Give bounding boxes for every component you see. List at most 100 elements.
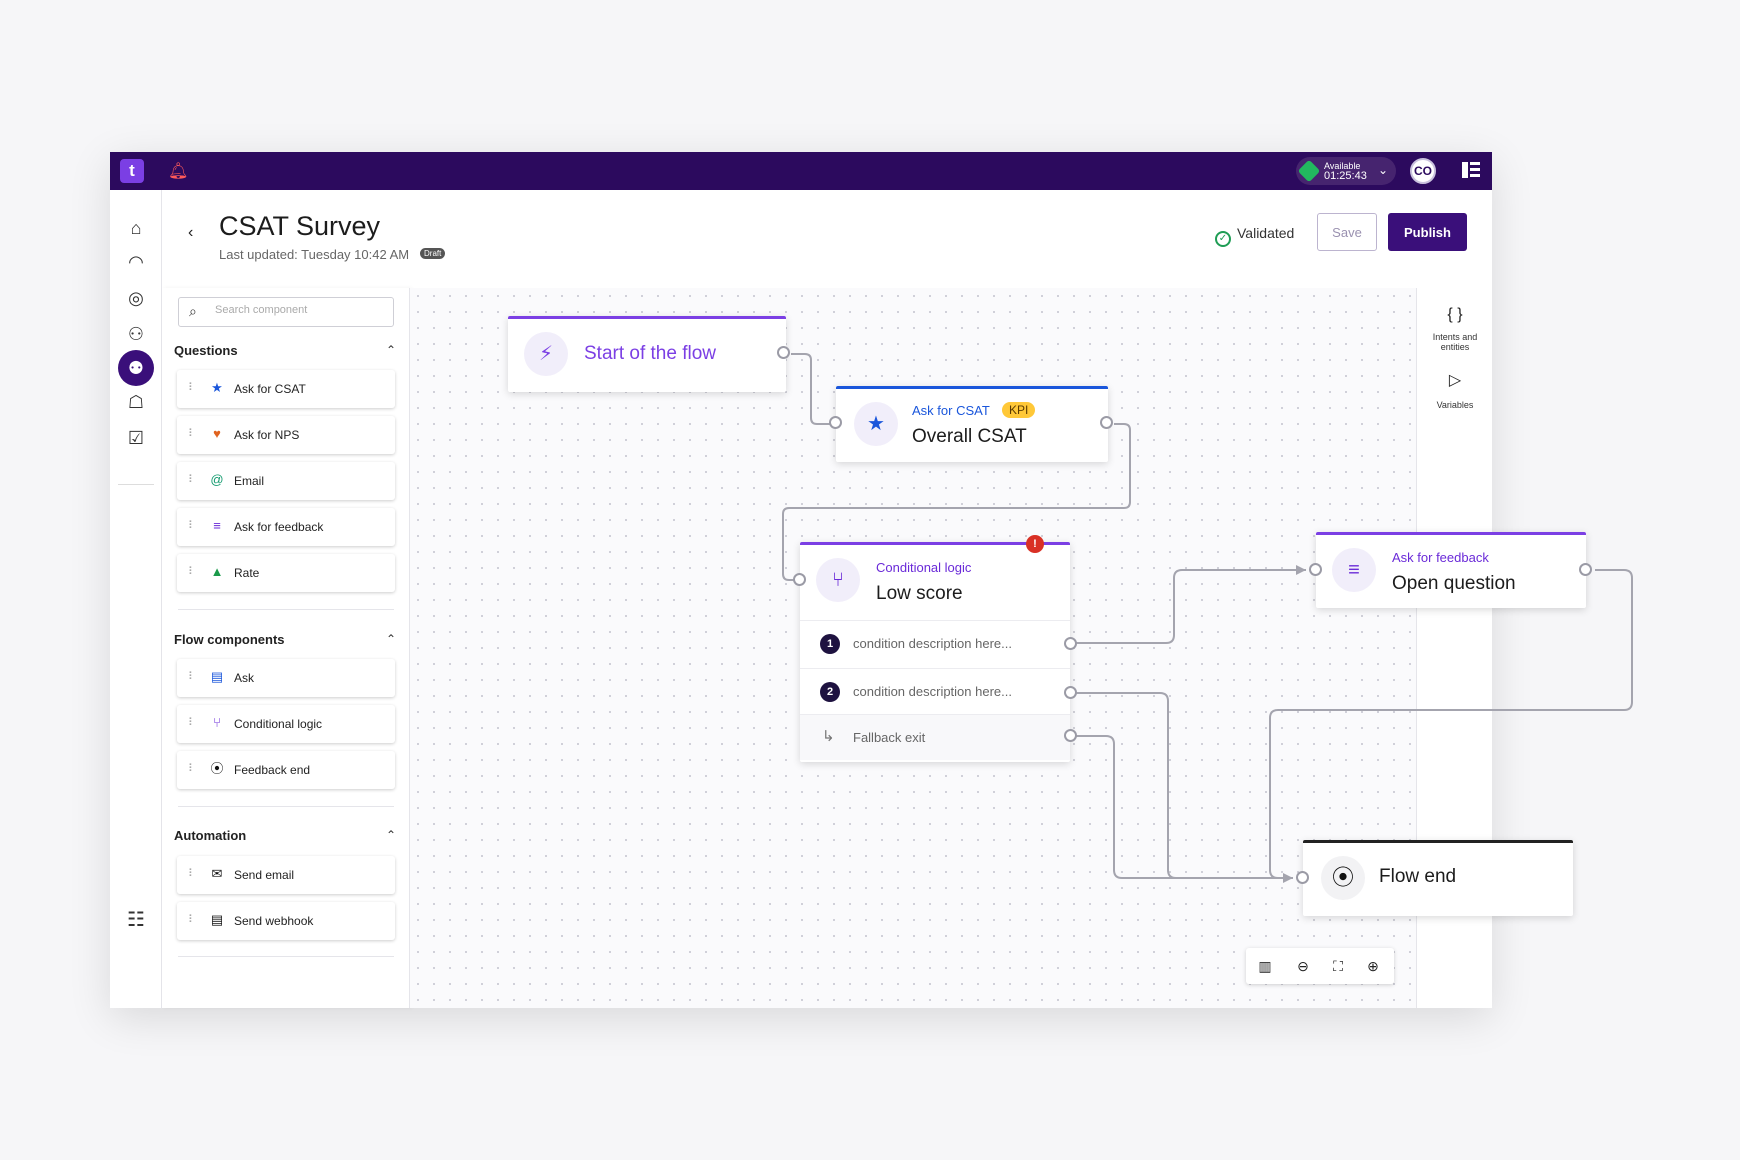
drag-handle-icon[interactable]: ⠇	[188, 565, 196, 578]
node-end-input-port[interactable]	[1296, 871, 1309, 884]
item-label: Ask	[234, 671, 255, 685]
last-updated: Last updated: Tuesday 10:42 AM	[219, 247, 410, 262]
palette-item-send-email[interactable]: ⠇ ✉ Send email	[177, 856, 395, 894]
drag-handle-icon[interactable]: ⠇	[188, 427, 196, 440]
fallback-row[interactable]: ↳ Fallback exit	[800, 714, 1070, 760]
notification-bell-icon[interactable]: 🔔︎	[168, 161, 188, 181]
node-feedback-output-port[interactable]	[1579, 563, 1592, 576]
clipboard-check-icon[interactable]: ☑	[124, 426, 148, 450]
fit-screen-icon[interactable]: ⛶	[1328, 956, 1348, 976]
apps-grid-icon[interactable]: ☷	[124, 908, 148, 932]
condition-text: condition description here...	[853, 636, 1012, 651]
validated-status: ✓ Validated	[1215, 225, 1294, 247]
check-circle-icon: ✓	[1215, 231, 1231, 247]
node-csat-input-port[interactable]	[829, 416, 842, 429]
palette-item-conditional-logic[interactable]: ⠇ ⑂ Conditional logic	[177, 705, 395, 743]
drag-handle-icon[interactable]: ⠇	[188, 473, 196, 486]
palette-item-email[interactable]: ⠇ @ Email	[177, 462, 395, 500]
drag-handle-icon[interactable]: ⠇	[188, 670, 196, 683]
zoom-out-icon[interactable]: ⊖	[1293, 956, 1313, 976]
palette-item-ask-csat[interactable]: ⠇ ★ Ask for CSAT	[177, 370, 395, 408]
condition-row[interactable]: 2 condition description here...	[800, 668, 1070, 714]
side-panel-toggle-icon[interactable]	[1462, 162, 1480, 178]
palette-item-send-webhook[interactable]: ⠇ ▤ Send webhook	[177, 902, 395, 940]
left-navigation: ⌂ ◠ ◎ ⚇ ⚉ ☖ ☑ ☷	[110, 190, 162, 1008]
node-accent-bar	[836, 386, 1108, 389]
node-ask-csat[interactable]: ★ Ask for CSAT KPI Overall CSAT	[836, 386, 1108, 462]
search-icon: ⌕	[189, 303, 197, 319]
node-ask-feedback[interactable]: ≡ Ask for feedback Open question	[1316, 532, 1586, 608]
palette-item-ask-nps[interactable]: ⠇ ♥ Ask for NPS	[177, 416, 395, 454]
branch-icon: ⑂	[213, 715, 221, 730]
stop-icon: ⦿	[1321, 856, 1365, 900]
condition-number: 2	[820, 682, 840, 702]
availability-status[interactable]: Available 01:25:43 ⌄	[1296, 157, 1396, 185]
canvas-zoom-toolbar: ▥ ⊖ ⛶ ⊕	[1246, 948, 1394, 984]
variables-label[interactable]: Variables	[1417, 400, 1493, 410]
fallback-arrow-icon: ↳	[822, 728, 835, 745]
draft-badge: Draft	[420, 248, 446, 259]
minimap-icon[interactable]: ▥	[1255, 956, 1275, 976]
fallback-output-port[interactable]	[1064, 729, 1077, 742]
node-csat-output-port[interactable]	[1100, 416, 1113, 429]
variables-icon[interactable]: ▷	[1417, 370, 1493, 390]
node-feedback-input-port[interactable]	[1309, 563, 1322, 576]
user-avatar[interactable]: CO	[1410, 158, 1436, 184]
drag-handle-icon[interactable]: ⠇	[188, 762, 196, 775]
status-timer: 01:25:43	[1324, 170, 1367, 182]
drag-handle-icon[interactable]: ⠇	[188, 913, 196, 926]
status-diamond-icon	[1297, 159, 1321, 183]
braces-icon[interactable]: { }	[1417, 306, 1493, 324]
error-icon[interactable]: !	[1026, 535, 1044, 553]
node-accent-bar	[508, 316, 786, 319]
item-label: Ask for feedback	[234, 520, 324, 534]
chevron-up-icon[interactable]: ⌃	[386, 828, 396, 842]
palette-item-feedback-end[interactable]: ⠇ ⦿ Feedback end	[177, 751, 395, 789]
webhook-icon: ▤	[210, 912, 224, 927]
drag-handle-icon[interactable]: ⠇	[188, 519, 196, 532]
search-input[interactable]	[215, 304, 385, 316]
node-title: Start of the flow	[584, 343, 717, 364]
node-start[interactable]: ⚡︎ Start of the flow	[508, 316, 786, 392]
node-title: Open question	[1392, 573, 1516, 594]
node-conditional-input-port[interactable]	[793, 573, 806, 586]
team-icon[interactable]: ⚇	[124, 322, 148, 346]
drag-handle-icon[interactable]: ⠇	[188, 716, 196, 729]
at-icon: @	[210, 472, 224, 487]
drag-handle-icon[interactable]: ⠇	[188, 381, 196, 394]
item-label: Rate	[234, 566, 260, 580]
dashboard-gauge-icon[interactable]: ◠	[124, 250, 148, 274]
node-conditional-logic[interactable]: ⑂ Conditional logic Low score 1 conditio…	[800, 542, 1070, 762]
save-button[interactable]: Save	[1317, 213, 1377, 251]
condition-row[interactable]: 1 condition description here...	[800, 620, 1070, 666]
fallback-text: Fallback exit	[853, 730, 926, 745]
chevron-up-icon[interactable]: ⌃	[386, 343, 396, 357]
palette-item-ask[interactable]: ⠇ ▤ Ask	[177, 659, 395, 697]
section-divider	[178, 806, 394, 807]
node-title: Overall CSAT	[912, 426, 1027, 447]
palette-item-ask-feedback[interactable]: ⠇ ≡ Ask for feedback	[177, 508, 395, 546]
zoom-in-icon[interactable]: ⊕	[1363, 956, 1383, 976]
app-logo[interactable]: t	[120, 159, 144, 183]
condition-1-output-port[interactable]	[1064, 637, 1077, 650]
node-accent-bar	[1316, 532, 1586, 535]
home-icon[interactable]: ⌂	[124, 216, 148, 240]
chat-icon: ▤	[210, 669, 224, 684]
compass-icon[interactable]: ◎	[124, 286, 148, 310]
node-flow-end[interactable]: ⦿ Flow end	[1303, 840, 1573, 916]
nav-divider	[118, 484, 154, 485]
palette-item-rate[interactable]: ⠇ ▲ Rate	[177, 554, 395, 592]
back-chevron-icon[interactable]: ‹	[188, 224, 193, 242]
item-label: Send email	[234, 868, 295, 882]
surveys-active-icon[interactable]: ⚉	[118, 350, 154, 386]
publish-button[interactable]: Publish	[1388, 213, 1467, 251]
item-label: Conditional logic	[234, 717, 323, 731]
condition-2-output-port[interactable]	[1064, 686, 1077, 699]
trophy-icon[interactable]: ☖	[124, 390, 148, 414]
search-component[interactable]: ⌕	[178, 297, 394, 327]
node-title: Flow end	[1379, 866, 1457, 887]
node-start-output-port[interactable]	[777, 346, 790, 359]
chevron-up-icon[interactable]: ⌃	[386, 632, 396, 646]
drag-handle-icon[interactable]: ⠇	[188, 867, 196, 880]
intents-entities-label[interactable]: Intents and entities	[1417, 332, 1493, 352]
